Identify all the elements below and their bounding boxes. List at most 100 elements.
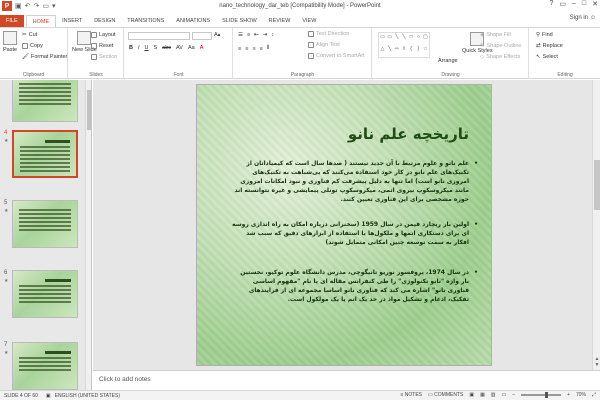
replace-button[interactable]: ⇄ Replace — [536, 43, 563, 49]
zoom-level[interactable]: 70% — [576, 392, 586, 398]
align-left-icon[interactable]: ≡ — [238, 46, 241, 52]
slide-paragraph-1[interactable]: علم نانو و علوم مرتبط با آن جدید نیستند … — [231, 159, 478, 204]
section-button[interactable]: Section — [91, 54, 117, 60]
columns-icon[interactable]: ⫴ — [267, 45, 269, 52]
copy-button[interactable]: Copy — [22, 43, 43, 49]
tab-insert[interactable]: INSERT — [56, 15, 88, 27]
shape-brace-icon[interactable]: } — [415, 45, 422, 57]
canvas-scrollbar[interactable]: ▲ ▼ — [592, 80, 600, 370]
notes-toggle[interactable]: ≡ NOTES — [400, 392, 422, 398]
shape-rect-icon[interactable]: ▭ — [379, 33, 386, 45]
grow-font-icon[interactable]: A▴ — [214, 32, 220, 38]
shape-oval-icon[interactable]: ○ — [415, 33, 422, 45]
shape-triangle-icon[interactable]: △ — [379, 45, 386, 57]
sign-in-link[interactable]: Sign in — [570, 15, 588, 21]
slide-paragraph-2[interactable]: اولین بار ریچارد فیمن در سال 1959 (سخنرا… — [231, 220, 478, 247]
slide-title[interactable]: تاریخچه علم نانو — [348, 125, 469, 143]
ribbon-display-icon[interactable]: ▭ — [559, 0, 566, 8]
font-color-icon[interactable]: A — [200, 45, 204, 51]
increase-indent-icon[interactable]: ⇥ — [263, 32, 268, 38]
thumbnails-scrollbar[interactable] — [85, 80, 91, 390]
page-nav-arrows[interactable]: ▲ ▼ — [593, 356, 600, 368]
layout-button[interactable]: Layout — [91, 32, 116, 38]
tab-view[interactable]: VIEW — [296, 15, 322, 27]
justify-icon[interactable]: ≡ — [260, 46, 263, 52]
normal-view-icon[interactable]: ▣ — [469, 392, 474, 398]
tab-transitions[interactable]: TRANSITIONS — [121, 15, 170, 27]
text-direction-button[interactable]: Text Direction — [308, 31, 349, 37]
align-center-icon[interactable]: ≡ — [245, 46, 248, 52]
notes-pane[interactable]: Click to add notes — [93, 370, 600, 390]
italic-icon[interactable]: I — [138, 45, 140, 51]
underline-icon[interactable]: U — [145, 45, 149, 51]
zoom-out-icon[interactable]: – — [512, 392, 515, 398]
shape-fill-button[interactable]: ◈ Shape Fill — [480, 32, 511, 38]
zoom-slider[interactable] — [521, 392, 562, 398]
shape-rounded-icon[interactable]: ▢ — [422, 33, 429, 45]
fit-slide-icon[interactable]: ⤢ — [592, 392, 596, 398]
line-spacing-icon[interactable]: ↕ — [271, 32, 274, 38]
paste-button[interactable]: Paste — [3, 31, 17, 53]
shape-rect-icon[interactable]: □ — [408, 33, 415, 45]
start-slideshow-icon[interactable]: ▭ — [42, 2, 49, 10]
tab-home[interactable]: HOME — [25, 15, 57, 27]
shadow-icon[interactable]: S — [154, 45, 158, 51]
language-indicator[interactable]: ENGLISH (UNITED STATES) — [55, 393, 120, 399]
tab-animations[interactable]: ANIMATIONS — [170, 15, 216, 27]
shape-arrow-icon[interactable]: ⇧ — [400, 45, 407, 57]
change-case-icon[interactable]: Aa — [188, 45, 195, 51]
convert-smartart-button[interactable]: Convert to SmartArt — [308, 53, 365, 59]
shape-line-icon[interactable]: ╲ — [400, 33, 407, 45]
undo-icon[interactable]: ↶ — [25, 2, 31, 10]
reading-view-icon[interactable]: ▥ — [491, 392, 496, 398]
tab-review[interactable]: REVIEW — [263, 15, 297, 27]
shape-rect-icon[interactable]: ▭ — [386, 33, 393, 45]
thumbnail-image[interactable] — [12, 270, 78, 318]
char-spacing-icon[interactable]: AV — [176, 45, 183, 51]
bullets-icon[interactable]: ☰ — [238, 32, 243, 38]
format-painter-button[interactable]: 🖌 Format Painter — [22, 54, 67, 60]
bold-icon[interactable]: B — [129, 45, 133, 51]
shape-brace-icon[interactable]: { — [408, 45, 415, 57]
help-icon[interactable]: ? — [549, 0, 553, 8]
scrollbar-thumb[interactable] — [87, 90, 91, 130]
slide-sorter-icon[interactable]: ▦ — [480, 392, 485, 398]
shapes-gallery[interactable]: ▭ ▭ ╲ ╲ □ ○ ▢ △ ╲ ⇨ ⇧ { } ☆ — [378, 32, 430, 58]
save-icon[interactable]: ▣ — [15, 2, 22, 10]
arrange-button[interactable]: Arrange — [438, 58, 458, 64]
select-button[interactable]: ↖ Select — [536, 54, 558, 60]
font-name-select[interactable] — [128, 32, 190, 40]
feedback-smiley-icon[interactable]: ☺ — [590, 15, 596, 21]
zoom-in-icon[interactable]: + — [567, 392, 570, 398]
shape-star-icon[interactable]: ☆ — [422, 45, 429, 57]
spellcheck-icon[interactable]: ▣ — [46, 393, 51, 399]
slide-paragraph-3[interactable]: در سال 1974، پروفسور نوریو تانیگوچی، مدر… — [231, 268, 478, 304]
thumbnail-image[interactable] — [12, 130, 78, 178]
font-size-select[interactable] — [192, 32, 212, 40]
shape-line-icon[interactable]: ╲ — [386, 45, 393, 57]
customize-qat-icon[interactable]: ▾ — [52, 2, 56, 10]
shape-outline-button[interactable]: ✎ Shape Outline — [480, 43, 521, 49]
shape-effects-button[interactable]: ◇ Shape Effects — [480, 54, 520, 60]
redo-icon[interactable]: ↷ — [34, 2, 40, 10]
close-icon[interactable]: ✕ — [592, 0, 598, 8]
find-button[interactable]: ⚲ Find — [536, 32, 553, 38]
reset-button[interactable]: Reset — [91, 43, 113, 49]
tab-design[interactable]: DESIGN — [88, 15, 121, 27]
maximize-icon[interactable]: □ — [582, 0, 586, 8]
strikethrough-icon[interactable]: abc — [162, 45, 171, 51]
tab-slide-show[interactable]: SLIDE SHOW — [216, 15, 263, 27]
thumbnail-image[interactable] — [12, 200, 78, 248]
decrease-indent-icon[interactable]: ⇤ — [254, 32, 259, 38]
shape-line-icon[interactable]: ╲ — [393, 33, 400, 45]
tab-file[interactable]: FILE — [0, 15, 24, 27]
thumbnail-image[interactable] — [12, 80, 78, 122]
zoom-slider-knob[interactable] — [545, 392, 549, 398]
current-slide[interactable]: تاریخچه علم نانو علم نانو و علوم مرتبط ب… — [196, 84, 492, 366]
align-text-button[interactable]: Align Text — [308, 42, 340, 48]
shape-arrow-icon[interactable]: ⇨ — [393, 45, 400, 57]
slideshow-view-icon[interactable]: ▭ — [502, 392, 507, 398]
scrollbar-thumb[interactable] — [594, 160, 600, 210]
align-right-icon[interactable]: ≡ — [252, 46, 255, 52]
numbering-icon[interactable]: ≡ — [247, 32, 250, 38]
